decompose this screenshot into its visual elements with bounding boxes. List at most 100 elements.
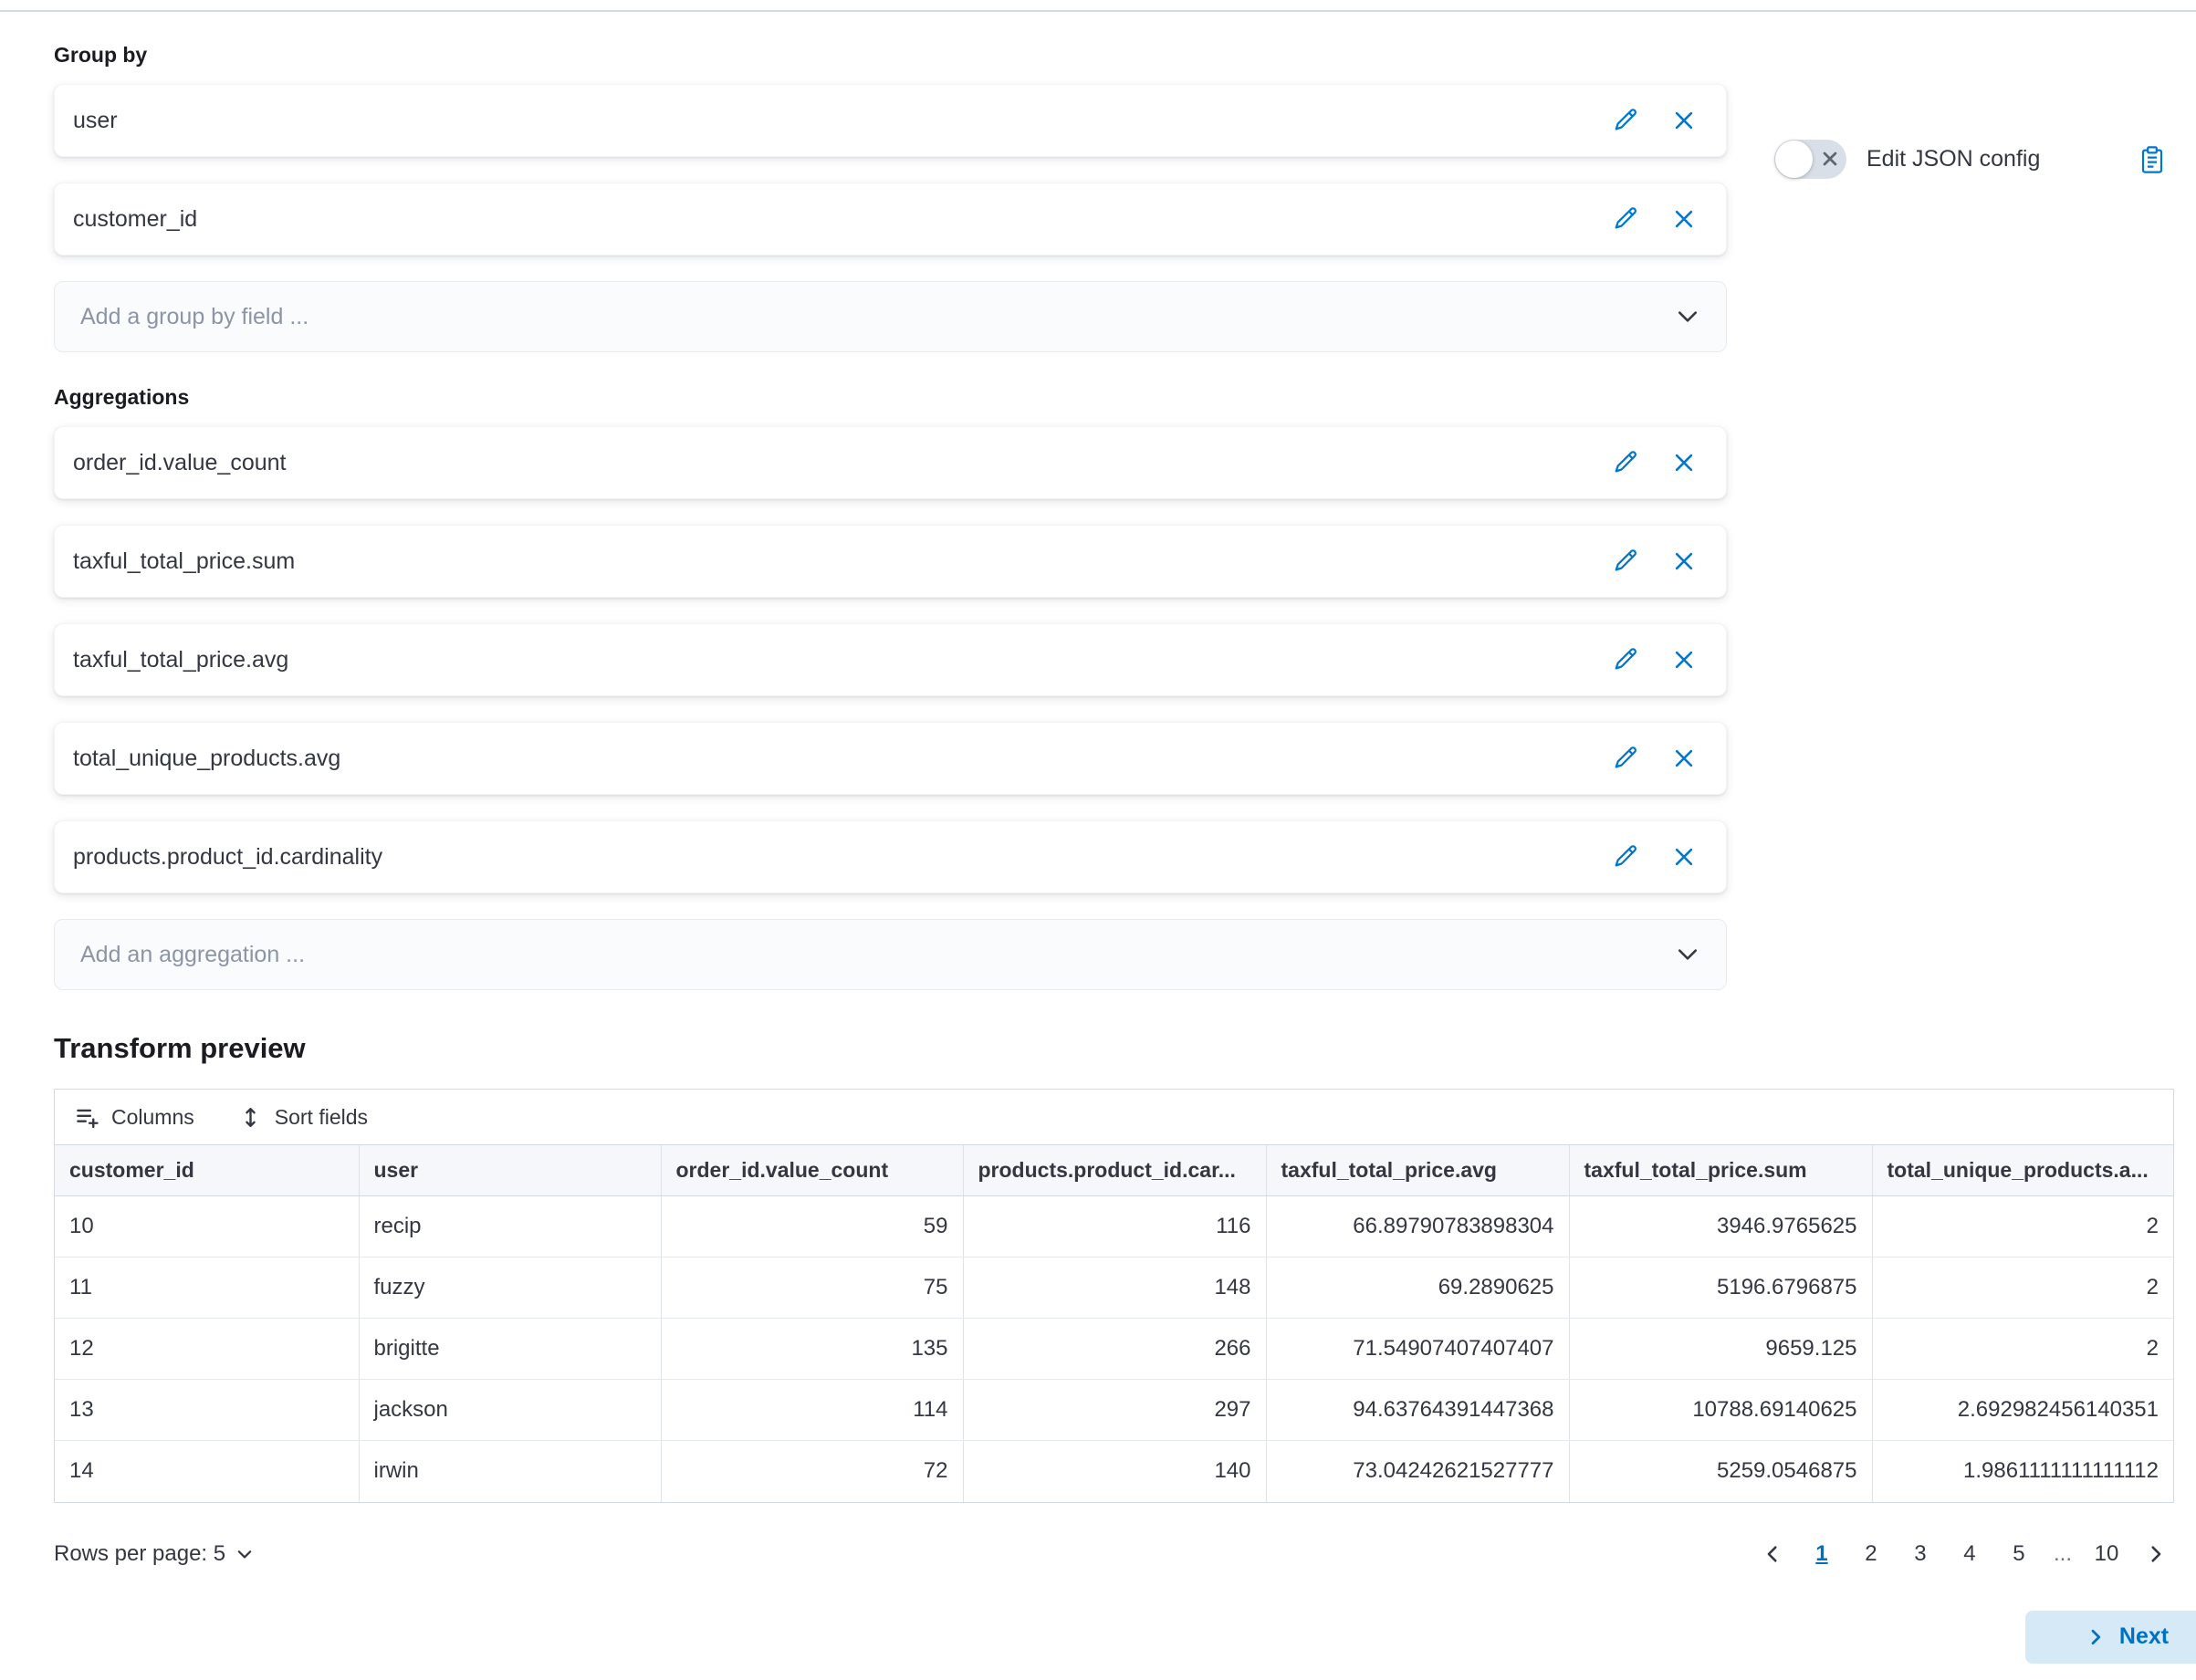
table-row: 10 recip 59 116 66.89790783898304 3946.9…: [55, 1196, 2173, 1257]
remove-aggregation-button[interactable]: [1671, 746, 1697, 771]
cell: 71.54907407407407: [1266, 1319, 1569, 1380]
pencil-icon: [1613, 646, 1640, 673]
cell: 2: [1872, 1196, 2173, 1257]
aggregation-item-label: order_id.value_count: [73, 450, 287, 476]
cell: fuzzy: [359, 1257, 661, 1319]
cell: 13: [55, 1380, 359, 1441]
cell: 116: [963, 1196, 1266, 1257]
previous-page-button[interactable]: [1754, 1536, 1791, 1572]
cell: 10788.69140625: [1569, 1380, 1872, 1441]
page-button-4[interactable]: 4: [1951, 1536, 1988, 1572]
pagination: 1 2 3 4 5 ... 10: [1754, 1536, 2174, 1572]
edit-group-by-button[interactable]: [1613, 107, 1640, 134]
page-button-1[interactable]: 1: [1804, 1536, 1840, 1572]
edit-json-toggle[interactable]: [1774, 140, 1846, 179]
column-header-taxful-total-price-avg[interactable]: taxful_total_price.avg: [1266, 1145, 1569, 1196]
preview-table: customer_id user order_id.value_count pr…: [55, 1144, 2173, 1502]
cell: 135: [661, 1319, 963, 1380]
table-row: 11 fuzzy 75 148 69.2890625 5196.6796875 …: [55, 1257, 2173, 1319]
wizard-footer: Next: [54, 1611, 2196, 1664]
chevron-right-icon: [2085, 1626, 2107, 1648]
grid-footer: Rows per page: 5 1 2 3 4 5 ... 10: [54, 1534, 2174, 1574]
page-button-3[interactable]: 3: [1902, 1536, 1939, 1572]
column-header-user[interactable]: user: [359, 1145, 661, 1196]
cell: 297: [963, 1380, 1266, 1441]
remove-aggregation-button[interactable]: [1671, 548, 1697, 574]
add-aggregation-select[interactable]: Add an aggregation ...: [54, 919, 1727, 990]
rows-per-page-button[interactable]: Rows per page: 5: [54, 1541, 255, 1567]
cell: 69.2890625: [1266, 1257, 1569, 1319]
pagination-ellipsis: ...: [2050, 1541, 2076, 1567]
columns-button[interactable]: Columns: [75, 1105, 194, 1130]
column-header-products-product-id-cardinality[interactable]: products.product_id.car...: [963, 1145, 1266, 1196]
cell: 11: [55, 1257, 359, 1319]
page-button-5[interactable]: 5: [2001, 1536, 2037, 1572]
chevron-down-icon: [1675, 942, 1700, 967]
add-group-by-field-select[interactable]: Add a group by field ...: [54, 281, 1727, 352]
cell: 72: [661, 1441, 963, 1502]
remove-group-by-button[interactable]: [1671, 108, 1697, 133]
cell: 140: [963, 1441, 1266, 1502]
close-icon: [1671, 548, 1697, 574]
columns-button-label: Columns: [111, 1105, 194, 1130]
edit-aggregation-button[interactable]: [1613, 843, 1640, 871]
pencil-icon: [1613, 843, 1640, 871]
group-by-item-user: user: [54, 84, 1727, 157]
table-header-row: customer_id user order_id.value_count pr…: [55, 1145, 2173, 1196]
column-header-customer-id[interactable]: customer_id: [55, 1145, 359, 1196]
group-by-list: user customer_id: [54, 84, 1727, 256]
transform-preview-title: Transform preview: [54, 1032, 2196, 1065]
page-button-2[interactable]: 2: [1853, 1536, 1889, 1572]
sort-fields-button-label: Sort fields: [275, 1105, 368, 1130]
aggregation-item-products-product-id-cardinality: products.product_id.cardinality: [54, 820, 1727, 893]
edit-group-by-button[interactable]: [1613, 205, 1640, 233]
next-button[interactable]: Next: [2025, 1611, 2196, 1664]
table-row: 14 irwin 72 140 73.04242621527777 5259.0…: [55, 1441, 2173, 1502]
pencil-icon: [1613, 548, 1640, 575]
preview-data-grid: Columns Sort fields customer_id user ord…: [54, 1089, 2174, 1503]
edit-aggregation-button[interactable]: [1613, 548, 1640, 575]
aggregation-item-label: taxful_total_price.avg: [73, 647, 288, 673]
column-header-order-id-value-count[interactable]: order_id.value_count: [661, 1145, 963, 1196]
pencil-icon: [1613, 449, 1640, 476]
aggregation-item-label: products.product_id.cardinality: [73, 844, 382, 871]
copy-config-button[interactable]: [2138, 145, 2167, 174]
next-button-label: Next: [2119, 1623, 2169, 1650]
cell: 12: [55, 1319, 359, 1380]
close-icon: [1671, 647, 1697, 673]
close-icon: [1671, 108, 1697, 133]
edit-aggregation-button[interactable]: [1613, 745, 1640, 772]
column-header-total-unique-products-avg[interactable]: total_unique_products.a...: [1872, 1145, 2173, 1196]
sort-fields-button[interactable]: Sort fields: [238, 1105, 368, 1130]
add-aggregation-placeholder: Add an aggregation ...: [80, 942, 305, 968]
remove-aggregation-button[interactable]: [1671, 450, 1697, 475]
aggregation-item-taxful-total-price-sum: taxful_total_price.sum: [54, 525, 1727, 598]
edit-json-config-label: Edit JSON config: [1867, 146, 2040, 172]
pencil-icon: [1613, 745, 1640, 772]
pencil-icon: [1613, 205, 1640, 233]
top-divider: [0, 10, 2196, 12]
column-header-taxful-total-price-sum[interactable]: taxful_total_price.sum: [1569, 1145, 1872, 1196]
next-page-button[interactable]: [2138, 1536, 2174, 1572]
aggregations-list: order_id.value_count taxful_total_price.…: [54, 426, 1727, 893]
chevron-down-icon: [1675, 304, 1700, 329]
close-icon: [1671, 206, 1697, 232]
aggregation-item-taxful-total-price-avg: taxful_total_price.avg: [54, 623, 1727, 696]
aggregation-item-total-unique-products-avg: total_unique_products.avg: [54, 722, 1727, 795]
cell: 5259.0546875: [1569, 1441, 1872, 1502]
cell: 2: [1872, 1319, 2173, 1380]
aggregation-item-label: taxful_total_price.sum: [73, 548, 295, 575]
cell: 114: [661, 1380, 963, 1441]
edit-aggregation-button[interactable]: [1613, 646, 1640, 673]
cell: 9659.125: [1569, 1319, 1872, 1380]
edit-aggregation-button[interactable]: [1613, 449, 1640, 476]
remove-aggregation-button[interactable]: [1671, 647, 1697, 673]
remove-group-by-button[interactable]: [1671, 206, 1697, 232]
page-button-10[interactable]: 10: [2088, 1536, 2125, 1572]
close-icon: [1671, 844, 1697, 870]
remove-aggregation-button[interactable]: [1671, 844, 1697, 870]
group-by-item-label: customer_id: [73, 206, 197, 233]
group-by-section-label: Group by: [54, 43, 2196, 68]
pencil-icon: [1613, 107, 1640, 134]
chevron-right-icon: [2144, 1542, 2168, 1566]
